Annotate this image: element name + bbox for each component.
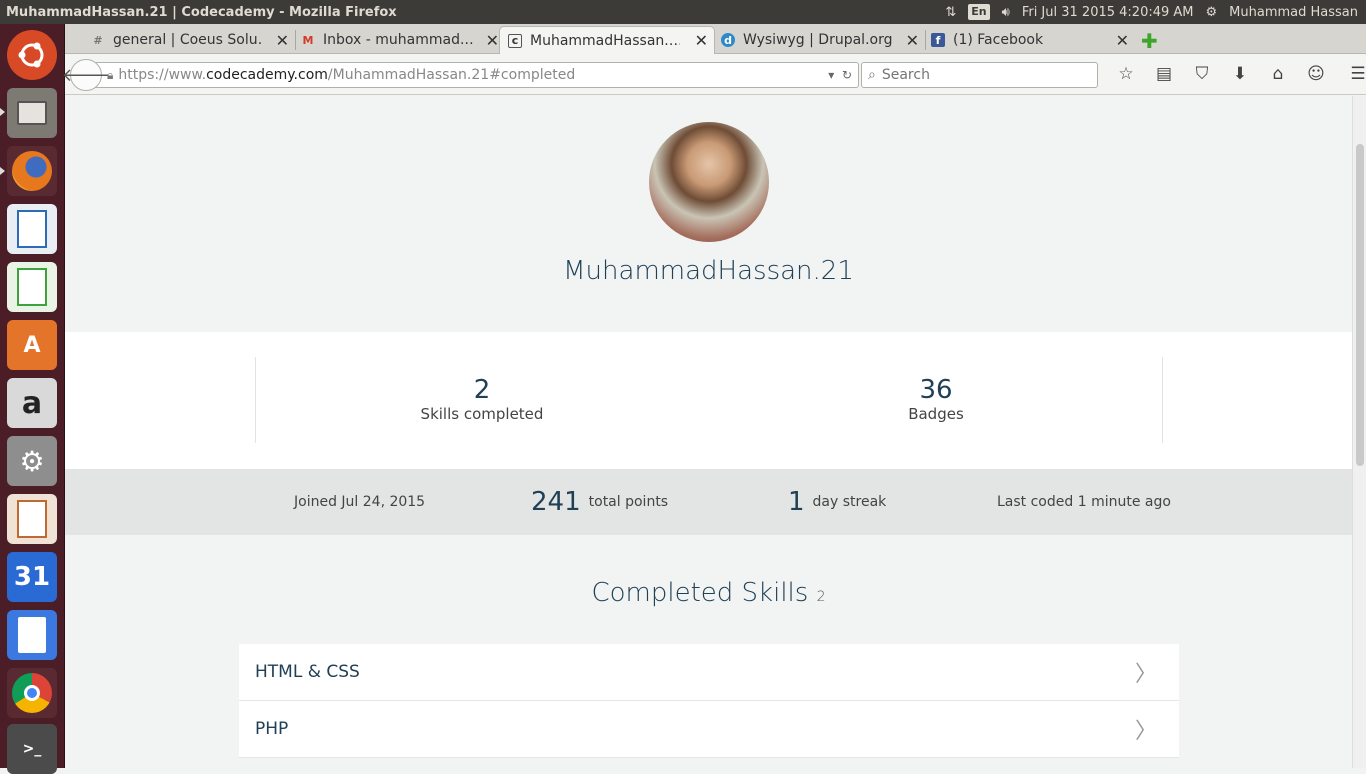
ubuntu-dash-icon[interactable] (7, 30, 57, 80)
window-title: MuhammadHassan.21 | Codecademy - Mozilla… (6, 4, 397, 20)
tab-facebook[interactable]: f (1) Facebook ✕ (923, 26, 1135, 54)
back-arrow-icon: 🡐 (61, 64, 111, 86)
skill-item-html-css[interactable]: HTML & CSS 〉 (239, 644, 1179, 701)
gear-icon[interactable]: ⚙ (1206, 5, 1218, 20)
new-tab-plus-icon[interactable]: ✚ (1141, 29, 1158, 53)
chrome-icon[interactable] (7, 668, 57, 718)
user-menu[interactable]: Muhammad Hassan (1229, 5, 1358, 20)
profile-username: MuhammadHassan.21 (563, 256, 854, 286)
menu-icon[interactable]: ☰ (1339, 64, 1366, 84)
tab-drupal[interactable]: d Wysiwyg | Drupal.org ✕ (713, 26, 926, 54)
reading-list-icon[interactable]: ▤ (1145, 64, 1183, 84)
libreoffice-impress-icon[interactable] (7, 494, 57, 544)
scrollbar-thumb[interactable] (1356, 144, 1364, 466)
total-points: 241 total points (531, 487, 669, 517)
toolbar-icons: ☆ ▤ ⛉ ⬇ ⌂ ☺ ☰ (1107, 64, 1366, 84)
skill-item-php[interactable]: PHP 〉 (239, 701, 1179, 758)
hash-icon: # (93, 33, 103, 47)
completed-skills-heading: Completed Skills 2 (591, 578, 826, 608)
running-indicator (0, 108, 5, 116)
google-docs-icon[interactable] (7, 610, 57, 660)
profile-header: MuhammadHassan.21 (65, 96, 1352, 332)
search-icon: ⌕ (868, 67, 876, 83)
system-tray: ⇅ En 🔊︎ Fri Jul 31 2015 4:20:49 AM ⚙ Muh… (945, 4, 1366, 20)
close-icon[interactable]: ✕ (906, 31, 919, 50)
calendar-icon[interactable]: 31 (7, 552, 57, 602)
reload-icon[interactable]: ↻ (842, 68, 852, 82)
tab-codecademy[interactable]: c MuhammadHassan.… ✕ (499, 26, 715, 54)
skill-list: HTML & CSS 〉 PHP 〉 (239, 644, 1179, 758)
back-button[interactable]: 🡐 (62, 59, 110, 91)
profile-stats: 2 Skills completed 36 Badges (65, 332, 1352, 469)
chevron-right-icon: 〉 (1134, 662, 1157, 687)
day-streak: 1 day streak (788, 487, 887, 517)
libreoffice-calc-icon[interactable] (7, 262, 57, 312)
bookmark-star-icon[interactable]: ☆ (1107, 64, 1145, 84)
tab-bar: # general | Coeus Solu… ✕ M Inbox - muha… (65, 24, 1366, 54)
amazon-icon[interactable]: a (7, 378, 57, 428)
last-coded: Last coded 1 minute ago (997, 494, 1171, 510)
close-icon[interactable]: ✕ (1116, 31, 1129, 50)
chevron-right-icon: 〉 (1134, 719, 1157, 744)
dropdown-arrow-icon[interactable]: ▾ (828, 68, 834, 82)
close-icon[interactable]: ✕ (276, 31, 289, 50)
completed-skills-count: 2 (816, 589, 826, 605)
search-box[interactable]: ⌕ (861, 62, 1098, 88)
top-panel: MuhammadHassan.21 | Codecademy - Mozilla… (0, 0, 1366, 24)
search-input[interactable] (881, 67, 1082, 83)
close-icon[interactable]: ✕ (695, 31, 708, 50)
page-content: MuhammadHassan.21 2 Skills completed 36 … (65, 96, 1352, 768)
clock[interactable]: Fri Jul 31 2015 4:20:49 AM (1022, 5, 1194, 20)
terminal-icon[interactable]: >_ (7, 724, 57, 774)
gmail-icon: M (302, 33, 314, 47)
launcher: A a ⚙ 31 >_ (0, 24, 65, 774)
codecademy-icon: c (508, 33, 522, 48)
hello-chat-icon[interactable]: ☺ (1297, 64, 1335, 84)
libreoffice-writer-icon[interactable] (7, 204, 57, 254)
joined-date: Joined Jul 24, 2015 (294, 494, 426, 510)
home-icon[interactable]: ⌂ (1259, 64, 1297, 84)
avatar (649, 122, 769, 242)
drupal-icon: d (721, 33, 735, 47)
close-icon[interactable]: ✕ (486, 31, 499, 50)
network-icon[interactable]: ⇅ (945, 5, 956, 20)
url-bar[interactable]: 🔒︎ https://www. codecademy.com/MuhammadHa… (95, 62, 859, 88)
profile-meta: Joined Jul 24, 2015 241 total points 1 d… (65, 469, 1352, 535)
files-icon[interactable] (7, 88, 57, 138)
running-indicator (0, 167, 5, 175)
skills-completed-stat: 2 Skills completed (420, 375, 544, 423)
keyboard-layout-indicator[interactable]: En (968, 4, 990, 20)
volume-icon[interactable]: 🔊︎ (1002, 5, 1010, 20)
navigation-bar: 🔒︎ https://www. codecademy.com/MuhammadHa… (62, 55, 1366, 95)
tab-general-coeus[interactable]: # general | Coeus Solu… ✕ (83, 26, 296, 54)
pocket-icon[interactable]: ⛉ (1183, 64, 1221, 84)
software-center-icon[interactable]: A (7, 320, 57, 370)
page-scrollbar[interactable] (1352, 96, 1366, 768)
facebook-icon: f (931, 33, 945, 47)
system-settings-icon[interactable]: ⚙ (7, 436, 57, 486)
download-icon[interactable]: ⬇ (1221, 64, 1259, 84)
firefox-icon[interactable] (7, 146, 57, 196)
tab-inbox[interactable]: M Inbox - muhammad.… ✕ (293, 26, 505, 54)
badges-stat[interactable]: 36 Badges (786, 375, 1086, 423)
